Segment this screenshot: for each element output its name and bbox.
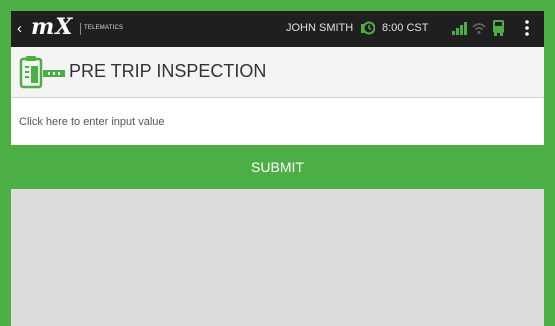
input-row	[11, 98, 544, 145]
user-name: JOHN SMITH	[286, 22, 354, 34]
wifi-icon	[472, 23, 486, 34]
signal-icon	[452, 22, 467, 35]
inspection-input-field[interactable]	[11, 98, 544, 145]
empty-content-area	[11, 189, 544, 326]
back-icon[interactable]: ‹	[17, 20, 22, 37]
page-title: PRE TRIP INSPECTION	[69, 61, 267, 81]
app-screen: ‹ mX TELEMATICS JOHN SMITH 8:00 CST PRE …	[11, 11, 544, 326]
clipboard-icon	[19, 56, 65, 89]
submit-button[interactable]: SUBMIT	[11, 145, 544, 189]
overflow-menu-icon[interactable]	[524, 19, 530, 37]
clock-icon	[361, 21, 375, 35]
truck-icon	[493, 20, 504, 36]
app-frame: ‹ mX TELEMATICS JOHN SMITH 8:00 CST PRE …	[0, 0, 555, 326]
time-display: 8:00 CST	[382, 22, 429, 34]
logo-subtitle: TELEMATICS	[84, 25, 124, 31]
title-bar: PRE TRIP INSPECTION	[11, 47, 544, 98]
mix-logo: mX	[31, 14, 74, 40]
logo-divider	[80, 23, 81, 35]
status-bar: ‹ mX TELEMATICS JOHN SMITH 8:00 CST	[11, 11, 544, 47]
